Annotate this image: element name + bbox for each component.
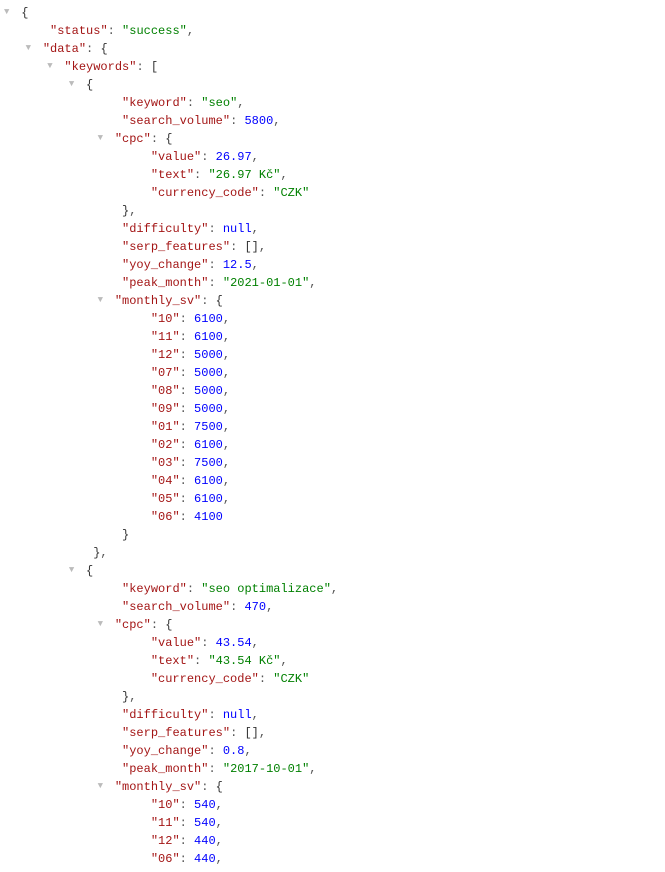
json-line: }, <box>4 688 661 706</box>
json-line: "11": 540, <box>4 814 661 832</box>
json-line: "value": 26.97, <box>4 148 661 166</box>
json-line: "keyword": "seo", <box>4 94 661 112</box>
json-line: "12": 440, <box>4 832 661 850</box>
chevron-down-icon[interactable]: ▼ <box>69 78 79 92</box>
chevron-down-icon[interactable]: ▼ <box>26 42 36 56</box>
json-line: ▼ "cpc": { <box>4 130 661 148</box>
json-line: "10": 6100, <box>4 310 661 328</box>
json-line: "peak_month": "2021-01-01", <box>4 274 661 292</box>
json-line: } <box>4 526 661 544</box>
json-line: ▼ "monthly_sv": { <box>4 292 661 310</box>
json-line: ▼ { <box>4 4 661 22</box>
json-line: "difficulty": null, <box>4 220 661 238</box>
json-line: "search_volume": 470, <box>4 598 661 616</box>
json-line: "value": 43.54, <box>4 634 661 652</box>
json-line: "serp_features": [], <box>4 724 661 742</box>
chevron-down-icon[interactable]: ▼ <box>98 618 108 632</box>
json-line: "currency_code": "CZK" <box>4 184 661 202</box>
json-line: "serp_features": [], <box>4 238 661 256</box>
json-line: "08": 5000, <box>4 382 661 400</box>
json-line: "peak_month": "2017-10-01", <box>4 760 661 778</box>
json-line: "02": 6100, <box>4 436 661 454</box>
chevron-down-icon[interactable]: ▼ <box>69 564 79 578</box>
json-line: "search_volume": 5800, <box>4 112 661 130</box>
chevron-down-icon[interactable]: ▼ <box>4 6 14 20</box>
json-line: ▼ "cpc": { <box>4 616 661 634</box>
json-line: "10": 540, <box>4 796 661 814</box>
json-line: "currency_code": "CZK" <box>4 670 661 688</box>
chevron-down-icon[interactable]: ▼ <box>47 60 57 74</box>
json-line: "yoy_change": 12.5, <box>4 256 661 274</box>
json-line: ▼ { <box>4 76 661 94</box>
json-line: "difficulty": null, <box>4 706 661 724</box>
json-line: "text": "26.97 Kč", <box>4 166 661 184</box>
json-line: ▼ "data": { <box>4 40 661 58</box>
json-line: "09": 5000, <box>4 400 661 418</box>
json-line: "06": 440, <box>4 850 661 868</box>
chevron-down-icon[interactable]: ▼ <box>98 132 108 146</box>
json-line: "04": 6100, <box>4 472 661 490</box>
json-line: ▼ "monthly_sv": { <box>4 778 661 796</box>
json-line: "11": 6100, <box>4 328 661 346</box>
json-line: }, <box>4 202 661 220</box>
json-line: "text": "43.54 Kč", <box>4 652 661 670</box>
json-line: "01": 7500, <box>4 418 661 436</box>
chevron-down-icon[interactable]: ▼ <box>98 780 108 794</box>
json-line: ▼ "keywords": [ <box>4 58 661 76</box>
chevron-down-icon[interactable]: ▼ <box>98 294 108 308</box>
json-line: ▼ { <box>4 562 661 580</box>
json-line: "07": 5000, <box>4 364 661 382</box>
json-line: "yoy_change": 0.8, <box>4 742 661 760</box>
json-line: "12": 5000, <box>4 346 661 364</box>
json-line: "05": 6100, <box>4 490 661 508</box>
json-line: "03": 7500, <box>4 454 661 472</box>
json-line: "keyword": "seo optimalizace", <box>4 580 661 598</box>
json-line: "status": "success", <box>4 22 661 40</box>
json-viewer: ▼ { "status": "success", ▼ "data": { ▼ "… <box>4 4 661 868</box>
json-line: "06": 4100 <box>4 508 661 526</box>
json-line: }, <box>4 544 661 562</box>
